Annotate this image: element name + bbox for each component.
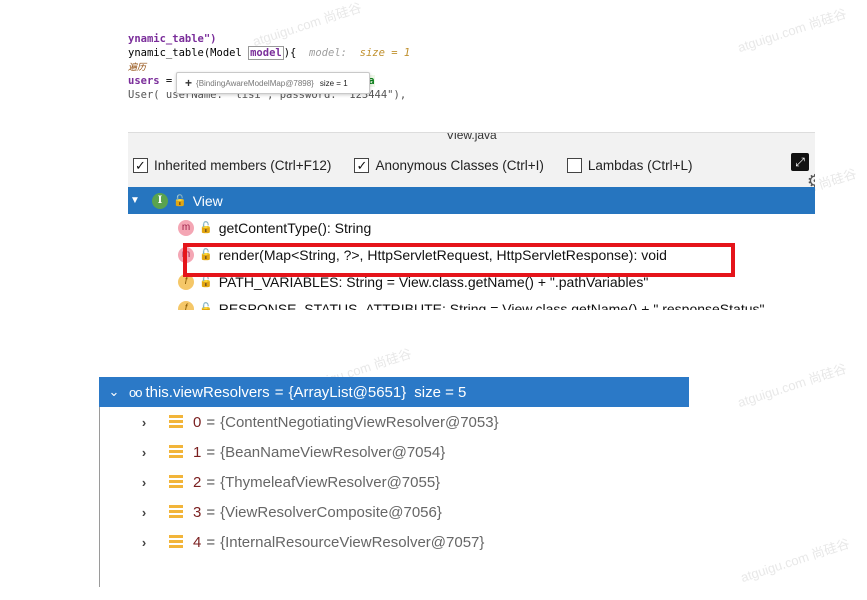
structure-popup: View.java ✓ Inherited members (Ctrl+F12)… xyxy=(128,132,815,310)
chevron-right-icon[interactable]: › xyxy=(135,535,153,550)
model-param[interactable]: model xyxy=(248,46,284,60)
option-inherited-members[interactable]: ✓ Inherited members (Ctrl+F12) xyxy=(133,157,331,173)
variable-size: size = 5 xyxy=(414,383,467,401)
structure-title: View.java xyxy=(128,132,815,143)
member-label: RESPONSE_STATUS_ATTRIBUTE: String = View… xyxy=(218,300,765,311)
tooltip-size: size = 1 xyxy=(319,78,348,88)
debugger-variables: ⌄ oo this.viewResolvers = {ArrayList@565… xyxy=(99,377,689,587)
variable-item[interactable]: › 1 = {BeanNameViewResolver@7054} xyxy=(99,437,689,467)
checkbox-checked-icon[interactable]: ✓ xyxy=(354,157,370,173)
code-line: ynamic_table") xyxy=(128,33,217,45)
tree-member[interactable]: m 🔓 getContentType(): String xyxy=(128,214,815,241)
checkbox-unchecked-icon[interactable] xyxy=(566,157,582,173)
watermark: atguigu.com 尚硅谷 xyxy=(738,535,852,586)
tree-root-label: View xyxy=(192,192,223,209)
code-line: ynamic_table(Model model){ model: size =… xyxy=(128,46,411,60)
field-icon xyxy=(169,445,183,459)
field-icon: f xyxy=(178,300,194,310)
public-lock-icon: 🔓 xyxy=(199,222,213,234)
field-icon xyxy=(169,505,183,519)
variable-name: this.viewResolvers xyxy=(145,383,270,401)
tooltip-value: {BindingAwareModelMap@7898} xyxy=(196,78,314,88)
public-lock-icon: 🔓 xyxy=(199,303,213,310)
option-lambdas[interactable]: Lambdas (Ctrl+L) xyxy=(566,157,693,173)
chevron-right-icon[interactable]: › xyxy=(135,475,153,490)
variable-value: {ArrayList@5651} xyxy=(288,383,407,401)
variable-item[interactable]: › 2 = {ThymeleafViewResolver@7055} xyxy=(99,467,689,497)
expand-icon[interactable]: ⤢ xyxy=(791,153,809,171)
checkbox-checked-icon[interactable]: ✓ xyxy=(133,157,148,173)
chevron-right-icon[interactable]: › xyxy=(135,415,153,430)
member-label: getContentType(): String xyxy=(218,219,372,236)
variable-item[interactable]: › 0 = {ContentNegotiatingViewResolver@7053… xyxy=(99,407,689,437)
chevron-right-icon[interactable]: › xyxy=(135,445,153,460)
variable-root[interactable]: ⌄ oo this.viewResolvers = {ArrayList@565… xyxy=(99,377,689,407)
highlight-box xyxy=(183,243,735,277)
watermark: atguigu.com 尚硅谷 xyxy=(735,360,849,411)
option-anonymous-classes[interactable]: ✓ Anonymous Classes (Ctrl+I) xyxy=(354,157,544,173)
method-icon: m xyxy=(178,219,194,236)
structure-options: ✓ Inherited members (Ctrl+F12) ✓ Anonymo… xyxy=(128,143,815,191)
chevron-right-icon[interactable]: › xyxy=(135,505,153,520)
debug-value-tooltip[interactable]: + {BindingAwareModelMap@7898} size = 1 xyxy=(176,72,370,94)
watch-glasses-icon: oo xyxy=(129,384,143,400)
tree-member[interactable]: f 🔓 RESPONSE_STATUS_ATTRIBUTE: String = … xyxy=(128,295,815,310)
field-icon xyxy=(169,475,183,489)
interface-icon: I xyxy=(152,192,168,209)
field-icon xyxy=(169,535,183,549)
public-lock-icon: 🔓 xyxy=(173,195,187,207)
watermark: atguigu.com 尚硅谷 xyxy=(735,5,849,56)
chevron-down-icon[interactable]: ▼ xyxy=(130,195,144,206)
chevron-down-icon[interactable]: ⌄ xyxy=(105,384,123,400)
field-icon xyxy=(169,415,183,429)
variable-item[interactable]: › 4 = {InternalResourceViewResolver@7057} xyxy=(99,527,689,557)
expand-plus-icon[interactable]: + xyxy=(185,76,192,90)
variable-item[interactable]: › 3 = {ViewResolverComposite@7056} xyxy=(99,497,689,527)
tree-root-view[interactable]: ▼ I 🔓 View xyxy=(128,187,815,214)
